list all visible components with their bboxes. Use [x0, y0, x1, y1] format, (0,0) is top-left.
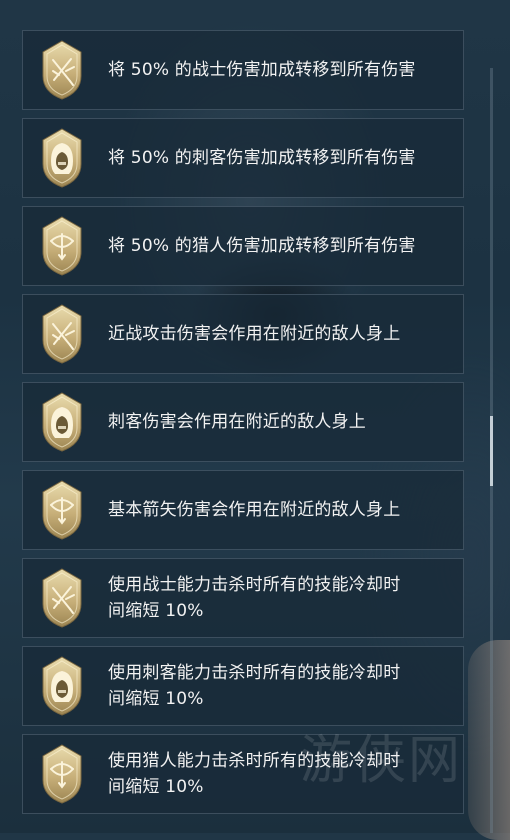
skill-description: 基本箭矢伤害会作用在附近的敌人身上 [108, 500, 401, 520]
skill-row-3[interactable]: 将 50% 的猎人伤害加成转移到所有伤害 [22, 206, 464, 286]
skill-description: 近战攻击伤害会作用在附近的敌人身上 [108, 324, 401, 344]
skill-description: 刺客伤害会作用在附近的敌人身上 [108, 412, 366, 432]
skill-row-8[interactable]: 使用刺客能力击杀时所有的技能冷却时 间缩短 10% [22, 646, 464, 726]
watermark: 游侠网 [300, 731, 463, 791]
skill-row-6[interactable]: 基本箭矢伤害会作用在附近的敌人身上 [22, 470, 464, 550]
skill-list: 将 50% 的战士伤害加成转移到所有伤害 将 50% 的刺客伤害加成转移到所有伤… [22, 0, 464, 833]
bow-icon [42, 480, 82, 540]
scrollbar-thumb[interactable] [490, 416, 493, 486]
skill-description: 将 50% 的战士伤害加成转移到所有伤害 [108, 60, 416, 80]
skill-description: 使用战士能力击杀时所有的技能冷却时 间缩短 10% [108, 572, 449, 624]
sword-icon [42, 568, 82, 628]
hood-icon [42, 392, 82, 452]
bow-icon [42, 744, 82, 804]
sword-icon [42, 40, 82, 100]
skill-row-4[interactable]: 近战攻击伤害会作用在附近的敌人身上 [22, 294, 464, 374]
sword-icon [42, 304, 82, 364]
skill-description: 将 50% 的刺客伤害加成转移到所有伤害 [108, 148, 416, 168]
skill-row-7[interactable]: 使用战士能力击杀时所有的技能冷却时 间缩短 10% [22, 558, 464, 638]
skill-description-line-1: 使用战士能力击杀时所有的技能冷却时 [108, 575, 401, 595]
skill-row-2[interactable]: 将 50% 的刺客伤害加成转移到所有伤害 [22, 118, 464, 198]
skill-description: 将 50% 的猎人伤害加成转移到所有伤害 [108, 236, 416, 256]
skill-description: 使用刺客能力击杀时所有的技能冷却时 间缩短 10% [108, 660, 449, 712]
skill-description-line-1: 使用刺客能力击杀时所有的技能冷却时 [108, 663, 401, 683]
hood-icon [42, 656, 82, 716]
scrollbar[interactable] [490, 68, 493, 833]
skill-description-line-2: 间缩短 10% [108, 689, 204, 709]
skill-row-5[interactable]: 刺客伤害会作用在附近的敌人身上 [22, 382, 464, 462]
skill-row-1[interactable]: 将 50% 的战士伤害加成转移到所有伤害 [22, 30, 464, 110]
background-figure-arm [468, 640, 510, 840]
hood-icon [42, 128, 82, 188]
skill-description-line-2: 间缩短 10% [108, 601, 204, 621]
bow-icon [42, 216, 82, 276]
